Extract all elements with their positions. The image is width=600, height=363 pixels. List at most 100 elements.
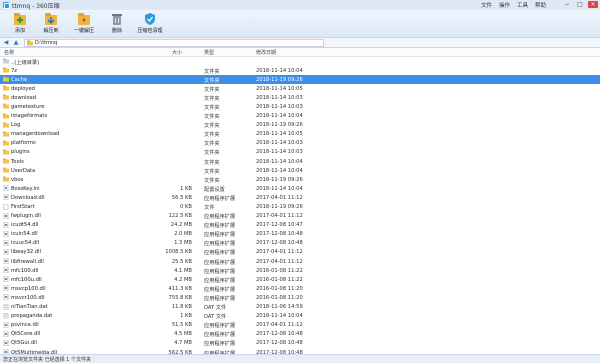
file-row[interactable]: plugins 文件夹 2018-11-14 10:03 — [0, 148, 600, 157]
column-type[interactable]: 类型 — [204, 49, 214, 56]
up-arrow-icon[interactable]: ▲ — [12, 39, 20, 47]
file-date: 2018-11-19 09:26 — [256, 176, 303, 183]
menu-help[interactable]: 帮助 — [535, 1, 546, 9]
file-type: 文件夹 — [204, 95, 220, 102]
file-name: vbox — [11, 176, 24, 183]
file-row[interactable]: FirstStart 0 KB 文件 2018-11-19 09:26 — [0, 203, 600, 212]
file-name: mfc100u.dll — [11, 276, 42, 283]
file-type: 应用程序扩展 — [204, 195, 236, 202]
file-type: 应用程序扩展 — [204, 259, 236, 266]
file-name: Qt5Gui.dll — [11, 340, 37, 347]
column-date[interactable]: 修改日期 — [256, 49, 276, 56]
file-row[interactable]: Tools 文件夹 2018-11-14 10:04 — [0, 157, 600, 166]
file-type: 文件夹 — [204, 68, 220, 75]
add-archive-icon — [14, 13, 26, 25]
file-row[interactable]: Cache 文件夹 2018-11-19 09:26 — [0, 75, 600, 85]
file-date: 2018-11-14 10:05 — [256, 85, 303, 92]
app-logo-icon — [3, 2, 10, 9]
file-size: 11.8 KB — [171, 304, 192, 311]
file-type: 应用程序扩展 — [204, 277, 236, 284]
folder-icon — [3, 94, 9, 100]
file-type: DAT 文件 — [204, 314, 227, 321]
file-type: 文件夹 — [204, 123, 220, 130]
file-name: Download.dll — [11, 194, 45, 201]
file-row[interactable]: fwplugin.dll 122.5 KB 应用程序扩展 2017-04-01 11:… — [0, 212, 600, 221]
shield-scan-icon — [145, 13, 155, 25]
file-row[interactable]: icuuc54.dll 1.3 MB 应用程序扩展 2017-12-08 10:48 — [0, 239, 600, 248]
file-row[interactable]: propaganda.dat 1 KB DAT 文件 2018-11-14 10:04 — [0, 312, 600, 321]
file-date: 2017-04-01 11:12 — [256, 213, 303, 220]
dll-file-icon — [3, 257, 9, 265]
file-size: 1008.5 KB — [165, 249, 192, 256]
archive-cleanup-label: 压缩包清理 — [137, 28, 163, 34]
file-type: 文件夹 — [204, 132, 220, 139]
file-row[interactable]: psvince.dll 51.5 KB 应用程序扩展 2017-04-01 11:12 — [0, 321, 600, 330]
file-row[interactable]: UserData 文件夹 2018-11-14 10:04 — [0, 166, 600, 175]
file-row[interactable]: ..(上级目录) — [0, 57, 600, 66]
file-row[interactable]: 7z 文件夹 2018-11-14 10:04 — [0, 66, 600, 75]
file-row[interactable]: download 文件夹 2018-11-14 10:03 — [0, 93, 600, 102]
file-row[interactable]: platforms 文件夹 2018-11-14 10:03 — [0, 139, 600, 148]
file-date: 2018-11-14 10:04 — [256, 185, 303, 192]
archive-cleanup-button[interactable]: 压缩包清理 — [134, 10, 166, 36]
file-row[interactable]: icuin54.dll 2.0 MB 应用程序扩展 2017-12-08 10:48 — [0, 230, 600, 239]
file-row[interactable]: Log 文件夹 2018-11-19 09:26 — [0, 121, 600, 130]
file-type: 文件夹 — [204, 141, 220, 148]
file-row[interactable]: msvcp100.dll 411.3 KB 应用程序扩展 2016-01-08 11:… — [0, 284, 600, 293]
maximize-button[interactable]: □ — [575, 1, 585, 8]
file-row[interactable]: mfc100.dll 4.1 MB 应用程序扩展 2016-01-08 11:22 — [0, 266, 600, 275]
file-type: 应用程序扩展 — [204, 332, 236, 339]
file-date: 2016-01-08 11:20 — [256, 285, 303, 292]
minimize-button[interactable]: − — [562, 1, 572, 8]
file-row[interactable]: imageformats 文件夹 2018-11-14 10:04 — [0, 112, 600, 121]
file-row[interactable]: libeay32.dll 1008.5 KB 应用程序扩展 2017-04-01 11… — [0, 248, 600, 257]
file-date: 2018-11-14 10:04 — [256, 113, 303, 120]
delete-button[interactable]: 删除 — [103, 10, 131, 36]
file-row[interactable]: libfirewall.dll 25.5 KB 应用程序扩展 2017-04-01 1… — [0, 257, 600, 266]
one-click-extract-label: 一键解压 — [73, 28, 94, 34]
file-row[interactable]: Qt5Core.dll 4.5 MB 应用程序扩展 2017-12-08 10:48 — [0, 330, 600, 339]
path-input[interactable]: D:\ttmnq — [24, 38, 324, 47]
file-row[interactable]: msvcr100.dll 755.8 KB 应用程序扩展 2016-01-08 11:… — [0, 293, 600, 302]
file-icon — [3, 203, 9, 210]
file-row[interactable]: deployed 文件夹 2018-11-14 10:05 — [0, 84, 600, 93]
file-type: 应用程序扩展 — [204, 232, 236, 239]
file-row[interactable]: BossKey.ini 1 KB 配置设置 2018-11-14 10:04 — [0, 184, 600, 193]
file-row[interactable]: Download.dll 56.5 KB 应用程序扩展 2017-04-01 11:1… — [0, 193, 600, 202]
menu-operate[interactable]: 操作 — [499, 1, 510, 9]
column-name[interactable]: 名称 — [4, 49, 14, 56]
file-type: 文件夹 — [204, 150, 220, 157]
file-name: platforms — [11, 140, 36, 147]
menu-file[interactable]: 文件 — [481, 1, 492, 9]
file-name: icuin54.dll — [11, 231, 38, 238]
file-size: 4.1 MB — [174, 267, 192, 274]
close-button[interactable]: × — [588, 1, 598, 8]
dll-file-icon — [3, 212, 9, 219]
folder-icon — [3, 149, 9, 155]
back-arrow-icon[interactable]: ◀ — [2, 39, 10, 47]
file-row[interactable]: niTianTian.dat 11.8 KB DAT 文件 2018-11-06 14… — [0, 303, 600, 312]
file-name: propaganda.dat — [11, 313, 53, 320]
file-name: download — [11, 94, 37, 101]
file-type: 应用程序扩展 — [204, 241, 236, 248]
menu-tools[interactable]: 工具 — [517, 1, 528, 9]
file-row[interactable]: vbox 文件夹 2018-11-19 09:26 — [0, 175, 600, 184]
file-name: Log — [11, 122, 21, 129]
file-row[interactable]: gametexture 文件夹 2018-11-14 10:03 — [0, 102, 600, 111]
window-controls: − □ × — [562, 1, 598, 8]
one-click-extract-button[interactable]: 一键解压 — [68, 10, 100, 36]
file-size: 4.5 MB — [174, 331, 192, 338]
file-date: 2018-11-19 09:26 — [256, 204, 303, 210]
file-name: msvcp100.dll — [11, 285, 46, 292]
column-size[interactable]: 大小 — [172, 49, 182, 56]
file-row[interactable]: mfc100u.dll 4.2 MB 应用程序扩展 2016-01-08 11:22 — [0, 275, 600, 284]
file-date: 2017-12-08 10:48 — [256, 340, 303, 347]
add-button[interactable]: 添加 — [6, 10, 34, 36]
extract-to-button[interactable]: 解压到 — [37, 10, 65, 36]
folder-icon — [3, 140, 9, 146]
file-row[interactable]: icudt54.dll 24.2 MB 应用程序扩展 2017-12-08 10:47 — [0, 221, 600, 230]
file-row[interactable]: managerdownload 文件夹 2018-11-14 10:05 — [0, 130, 600, 139]
file-name: ..(上级目录) — [11, 59, 40, 66]
path-text: D:\ttmnq — [35, 39, 58, 46]
file-row[interactable]: Qt5Gui.dll 4.7 MB 应用程序扩展 2017-12-08 10:48 — [0, 339, 600, 348]
